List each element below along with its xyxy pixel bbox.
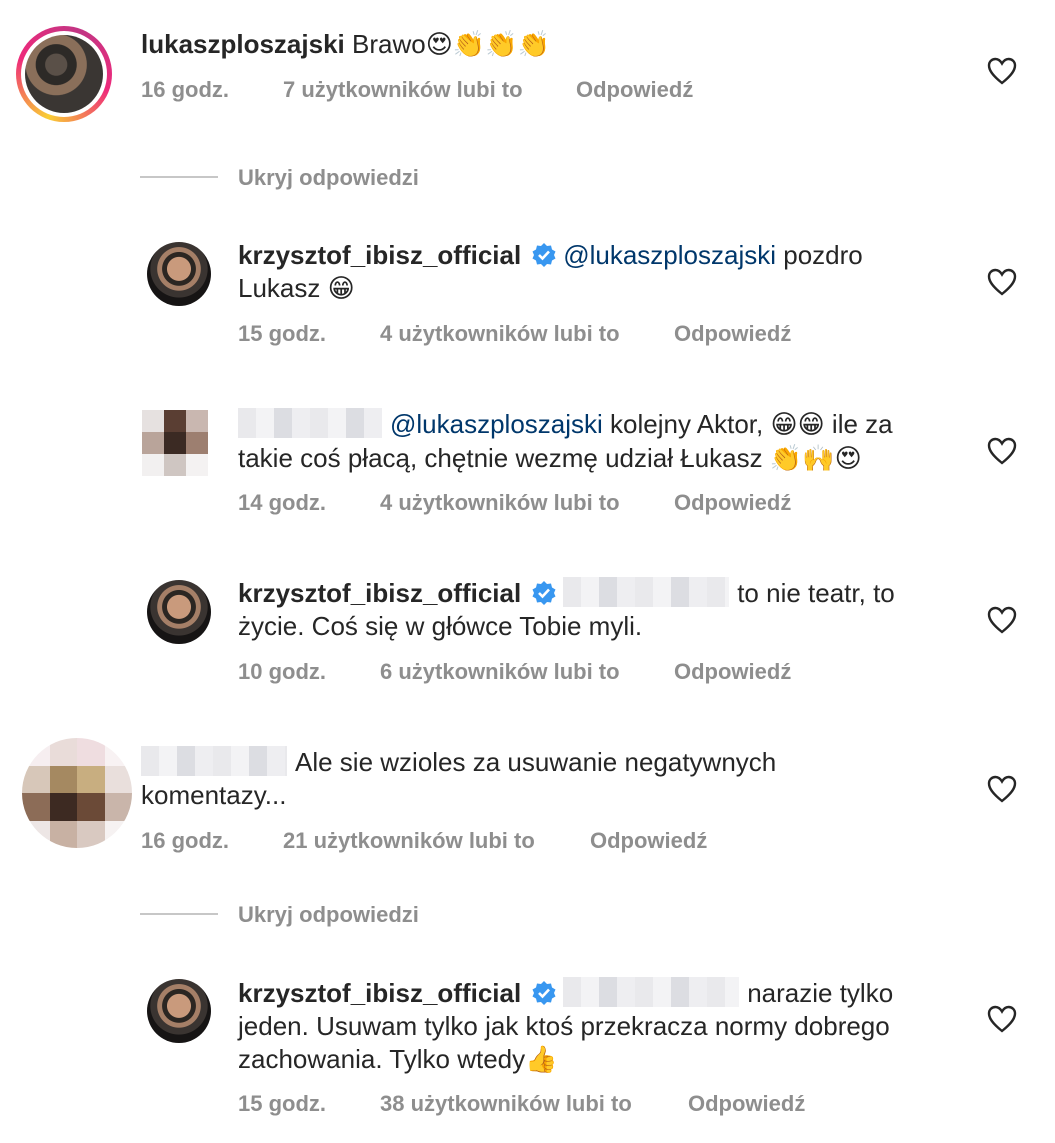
heart-icon[interactable] <box>987 268 1017 296</box>
likes-count[interactable]: 6 użytkowników lubi to <box>380 659 620 685</box>
likes-count[interactable]: 4 użytkowników lubi to <box>380 490 620 516</box>
reply-button[interactable]: Odpowiedź <box>674 490 791 516</box>
comment-username[interactable]: krzysztof_ibisz_official <box>238 578 521 608</box>
divider <box>140 913 218 915</box>
blurred-mention <box>563 977 740 1007</box>
verified-badge-icon <box>532 981 556 1005</box>
timestamp: 14 godz. <box>238 490 327 515</box>
likes-count[interactable]: 4 użytkowników lubi to <box>380 321 620 347</box>
avatar[interactable] <box>142 410 208 476</box>
blurred-username <box>141 746 287 776</box>
timestamp: 16 godz. <box>141 828 230 853</box>
reply-button[interactable]: Odpowiedź <box>576 77 693 103</box>
timestamp: 15 godz. <box>238 1091 327 1116</box>
reply-button[interactable]: Odpowiedź <box>674 321 791 347</box>
likes-count[interactable]: 38 użytkowników lubi to <box>380 1091 632 1117</box>
comment-text: krzysztof_ibisz_official @lukaszploszajsk… <box>238 240 863 304</box>
hide-replies-button[interactable]: Ukryj odpowiedzi <box>238 165 419 191</box>
divider <box>140 176 218 178</box>
avatar[interactable] <box>147 580 211 644</box>
blurred-username <box>238 408 382 438</box>
reply-button[interactable]: Odpowiedź <box>590 828 707 854</box>
verified-badge-icon <box>532 581 556 605</box>
heart-icon[interactable] <box>987 437 1017 465</box>
timestamp: 16 godz. <box>141 77 230 102</box>
avatar[interactable] <box>147 979 211 1043</box>
heart-icon[interactable] <box>987 775 1017 803</box>
heart-icon[interactable] <box>987 57 1017 85</box>
avatar[interactable] <box>22 738 132 848</box>
avatar[interactable] <box>147 242 211 306</box>
hide-replies-button[interactable]: Ukryj odpowiedzi <box>238 902 419 928</box>
timestamp: 10 godz. <box>238 659 327 684</box>
heart-icon[interactable] <box>987 1005 1017 1033</box>
comment-username[interactable]: lukaszploszajski <box>141 29 345 59</box>
comment-text: krzysztof_ibisz_official narazie tylko jed… <box>238 977 894 1075</box>
comment-text: lukaszploszajski Brawo😍👏👏👏 <box>141 29 550 60</box>
comment-text: krzysztof_ibisz_official to nie teatr, to… <box>238 577 895 641</box>
reply-button[interactable]: Odpowiedź <box>688 1091 805 1117</box>
likes-count[interactable]: 21 użytkowników lubi to <box>283 828 535 854</box>
comment-text: Ale sie wzioles za usuwanie negatywnych k… <box>141 746 777 810</box>
mention-link[interactable]: @lukaszploszajski <box>563 240 776 270</box>
comment-username[interactable]: krzysztof_ibisz_official <box>238 978 521 1008</box>
heart-icon[interactable] <box>987 606 1017 634</box>
comment-username[interactable]: krzysztof_ibisz_official <box>238 240 521 270</box>
likes-count[interactable]: 7 użytkowników lubi to <box>283 77 523 103</box>
avatar[interactable] <box>16 26 112 122</box>
comment-text: @lukaszploszajski kolejny Aktor, 😁😁 ile … <box>238 408 893 474</box>
blurred-mention <box>563 577 730 607</box>
verified-badge-icon <box>532 243 556 267</box>
mention-link[interactable]: @lukaszploszajski <box>390 409 603 439</box>
reply-button[interactable]: Odpowiedź <box>674 659 791 685</box>
timestamp: 15 godz. <box>238 321 327 346</box>
